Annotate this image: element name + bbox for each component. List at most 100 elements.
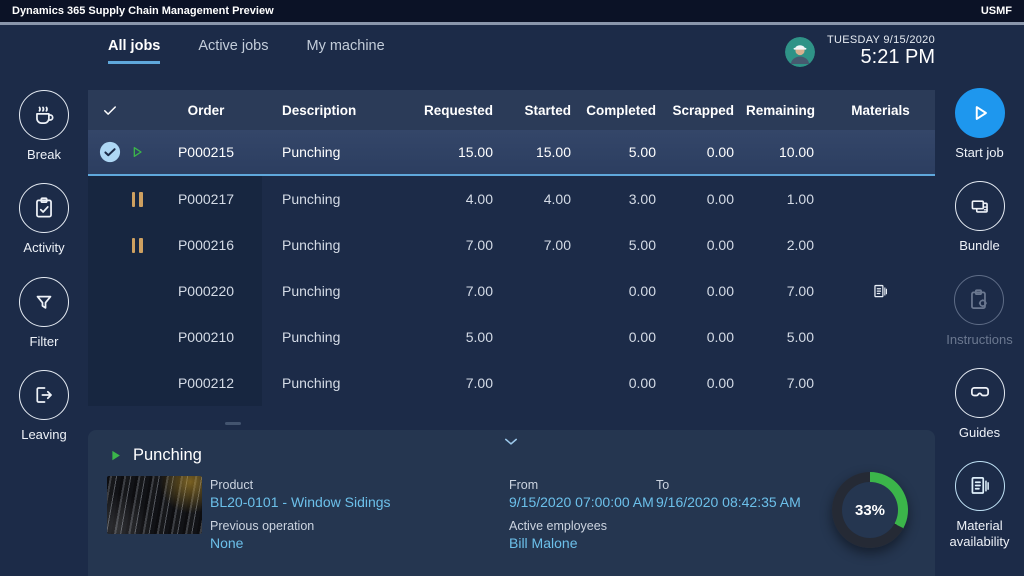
description-cell: Punching [262, 375, 410, 391]
table-row[interactable]: P000212 Punching 7.00 0.00 0.00 7.00 [88, 360, 935, 406]
product-fields: Product BL20-0101 - Window Sidings Previ… [210, 478, 391, 551]
activity-button[interactable]: Activity [19, 183, 69, 256]
clipboard-check-icon [31, 195, 57, 221]
description-cell: Punching [262, 329, 410, 345]
order-cell: P000217 [150, 191, 262, 207]
activity-button-circle [19, 183, 69, 233]
company-badge[interactable]: USMF [981, 5, 1012, 17]
material-availability-label: Material availability [938, 518, 1022, 551]
order-cell: P000215 [150, 144, 262, 160]
table-row[interactable]: P000220 Punching 7.00 0.00 0.00 7.00 [88, 268, 935, 314]
job-progress-percent: 33% [855, 502, 885, 519]
table-row[interactable]: P000215 Punching 15.00 15.00 5.00 0.00 1… [88, 130, 935, 176]
completed-cell: 0.00 [583, 375, 668, 391]
description-cell: Punching [262, 283, 410, 299]
header-description: Description [262, 103, 410, 118]
scrapped-cell: 0.00 [668, 375, 746, 391]
guides-button-circle [955, 368, 1005, 418]
leaving-button[interactable]: Leaving [19, 370, 69, 443]
jobs-table-header: Order Description Requested Started Comp… [88, 90, 935, 130]
header-materials: Materials [826, 103, 935, 118]
table-row[interactable]: P000216 Punching 7.00 7.00 5.00 0.00 2.0… [88, 222, 935, 268]
instructions-button-circle [954, 275, 1004, 325]
remaining-cell: 1.00 [746, 191, 826, 207]
product-value: BL20-0101 - Window Sidings [210, 494, 391, 510]
exit-icon [31, 382, 57, 408]
break-button[interactable]: Break [19, 90, 69, 163]
break-button-circle [19, 90, 69, 140]
requested-cell: 7.00 [410, 237, 505, 253]
previous-operation-label: Previous operation [210, 519, 391, 533]
guides-label: Guides [959, 425, 1000, 441]
tab-my-machine[interactable]: My machine [307, 38, 385, 64]
to-label: To [656, 478, 801, 492]
table-scrollbar[interactable] [225, 422, 241, 425]
description-cell: Punching [262, 144, 410, 160]
clipboard-gear-icon [966, 287, 992, 313]
order-cell: P000212 [150, 375, 262, 391]
to-fields: To 9/16/2020 08:42:35 AM [656, 478, 801, 510]
completed-cell: 3.00 [583, 191, 668, 207]
coffee-cup-icon [31, 102, 57, 128]
materials-list-icon [871, 282, 890, 301]
remaining-cell: 10.00 [746, 144, 826, 160]
guides-button[interactable]: Guides [955, 368, 1005, 441]
header-completed: Completed [583, 103, 668, 118]
running-play-icon [129, 144, 145, 160]
play-icon [967, 100, 993, 126]
collapse-panel-button[interactable] [500, 433, 522, 451]
table-row[interactable]: P000217 Punching 4.00 4.00 3.00 0.00 1.0… [88, 176, 935, 222]
completed-cell: 5.00 [583, 237, 668, 253]
filter-button[interactable]: Filter [19, 277, 69, 350]
instructions-label: Instructions [946, 332, 1012, 348]
remaining-cell: 2.00 [746, 237, 826, 253]
from-value: 9/15/2020 07:00:00 AM [509, 494, 654, 510]
header-requested: Requested [410, 103, 505, 118]
scrapped-cell: 0.00 [668, 237, 746, 253]
started-cell: 15.00 [505, 144, 583, 160]
header-order: Order [150, 103, 262, 118]
bundle-label: Bundle [959, 238, 999, 254]
table-row[interactable]: P000210 Punching 5.00 0.00 0.00 5.00 [88, 314, 935, 360]
description-cell: Punching [262, 237, 410, 253]
filter-label: Filter [30, 334, 59, 350]
instructions-button: Instructions [946, 275, 1012, 348]
filter-button-circle [19, 277, 69, 327]
remaining-cell: 5.00 [746, 329, 826, 345]
active-employees-label: Active employees [509, 519, 654, 533]
title-bar: Dynamics 365 Supply Chain Management Pre… [0, 0, 1024, 22]
titlebar-divider [0, 22, 1024, 25]
requested-cell: 7.00 [410, 283, 505, 299]
bundle-button[interactable]: Bundle [955, 181, 1005, 254]
header-select [88, 90, 150, 130]
jobs-table-body: P000215 Punching 15.00 15.00 5.00 0.00 1… [88, 130, 935, 406]
funnel-icon [31, 289, 57, 315]
product-image [107, 476, 202, 534]
material-availability-button[interactable]: Material availability [938, 461, 1022, 551]
break-label: Break [27, 147, 61, 163]
clock: TUESDAY 9/15/2020 5:21 PM [827, 34, 935, 69]
right-action-rail: Start job Bundle Instructions [935, 88, 1024, 551]
to-value: 9/16/2020 08:42:35 AM [656, 494, 801, 510]
material-list-icon [967, 473, 993, 499]
requested-cell: 5.00 [410, 329, 505, 345]
left-action-rail: Break Activity Filter Leaving [0, 90, 88, 443]
start-job-button[interactable]: Start job [955, 88, 1005, 161]
selected-check-icon [99, 141, 121, 163]
job-detail-title: Punching [108, 446, 202, 465]
order-cell: P000216 [150, 237, 262, 253]
materials-cell [826, 282, 935, 301]
requested-cell: 4.00 [410, 191, 505, 207]
tab-all-jobs[interactable]: All jobs [108, 38, 160, 64]
tab-bar: All jobs Active jobs My machine [108, 38, 385, 64]
scrapped-cell: 0.00 [668, 191, 746, 207]
scrapped-cell: 0.00 [668, 329, 746, 345]
clock-area: TUESDAY 9/15/2020 5:21 PM [785, 34, 935, 69]
header-started: Started [505, 103, 583, 118]
completed-cell: 0.00 [583, 283, 668, 299]
scrapped-cell: 0.00 [668, 283, 746, 299]
active-employees-value: Bill Malone [509, 535, 654, 551]
worker-avatar[interactable] [785, 37, 815, 67]
paused-icon [132, 238, 143, 253]
tab-active-jobs[interactable]: Active jobs [198, 38, 268, 64]
